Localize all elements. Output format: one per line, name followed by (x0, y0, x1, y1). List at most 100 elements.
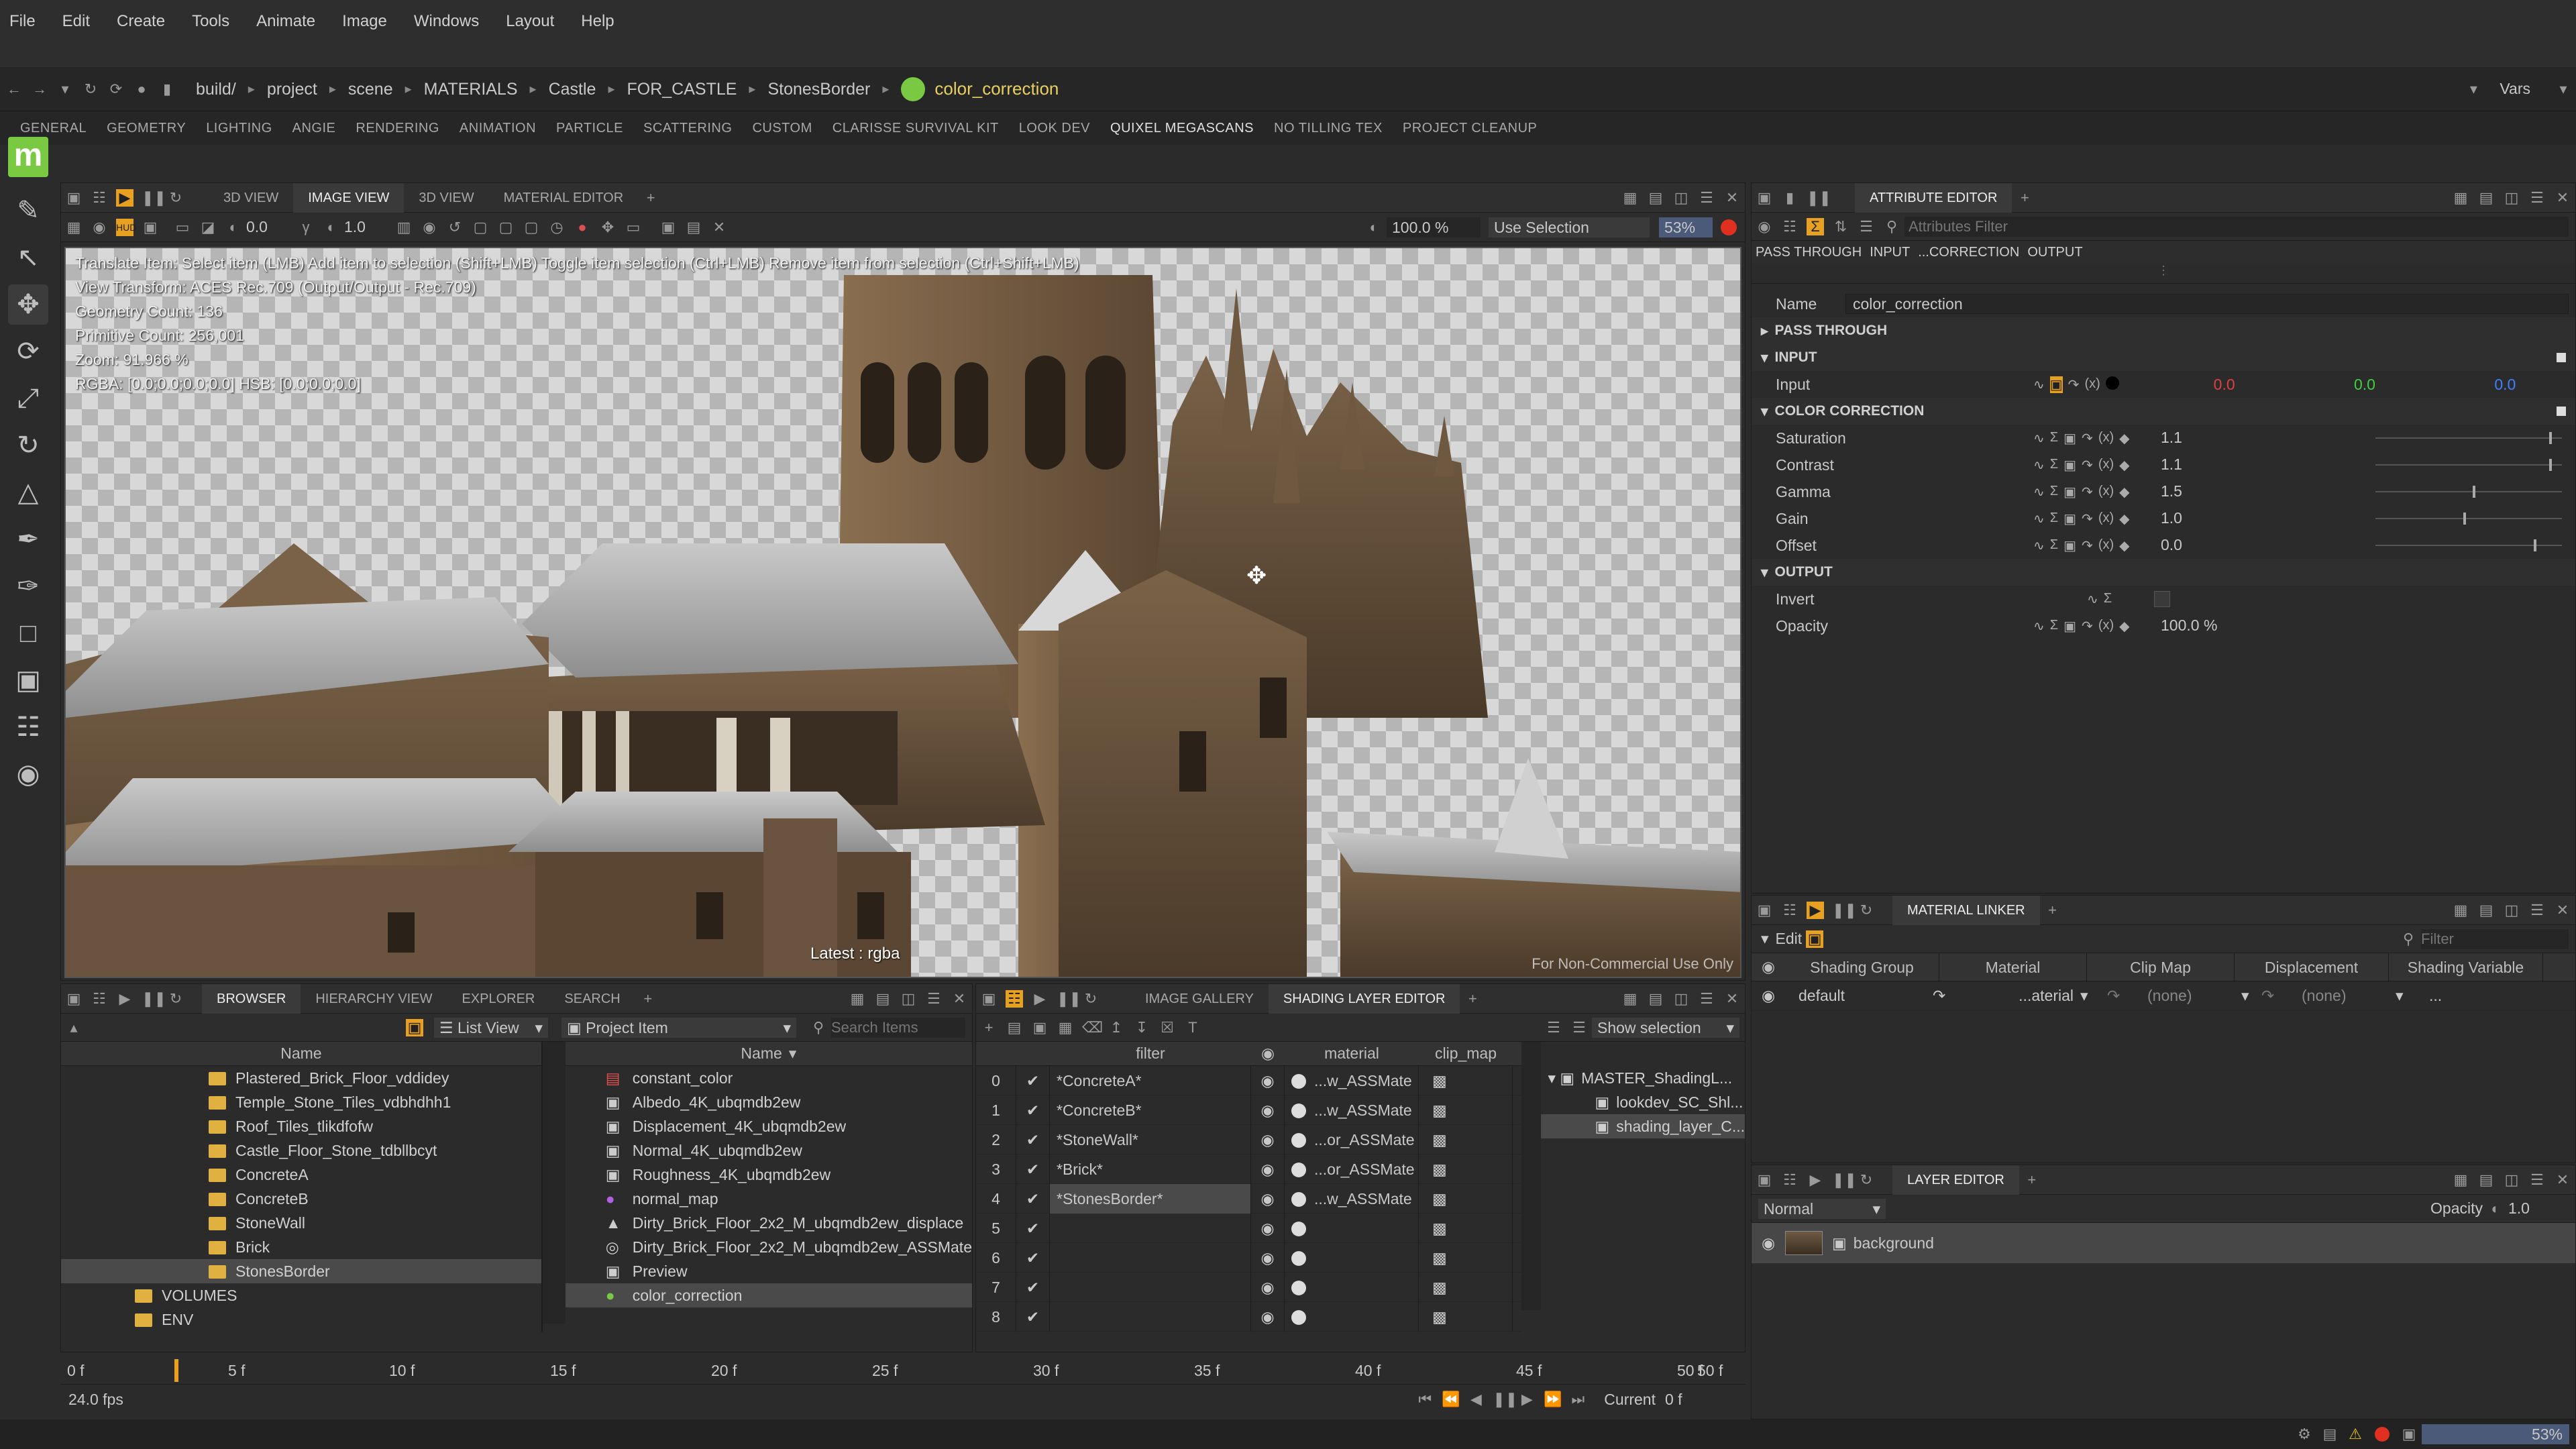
breadcrumb-materials[interactable]: MATERIALS (415, 76, 527, 102)
snap-icon[interactable]: ▣ (659, 219, 677, 236)
texture-link-icon[interactable]: ▣ (2063, 511, 2076, 527)
close-panel-icon[interactable]: ✕ (2554, 189, 2571, 207)
attr-subtab-input[interactable]: INPUT (1866, 245, 1914, 260)
render-play-icon[interactable]: ▶ (116, 189, 133, 207)
eye-icon[interactable]: ◉ (1752, 987, 1785, 1005)
material-icon[interactable]: ▣ (1806, 930, 1824, 948)
layout-cols-icon[interactable]: ◫ (1672, 189, 1690, 207)
render-viewport[interactable]: ✥ Translate Item: Select item (LMB) Add … (64, 247, 1741, 978)
clip-map-icon[interactable]: ▩ (1419, 1183, 1513, 1214)
list-item[interactable]: ▣ Normal_4K_ubqmdb2ew (566, 1138, 972, 1163)
warning-icon[interactable]: ⚠ (2347, 1426, 2364, 1443)
layer-opacity-field[interactable]: 1.0 (2508, 1199, 2569, 1218)
transform-icon[interactable]: ✥ (599, 219, 616, 236)
eye-icon[interactable]: ◉ (1251, 1095, 1285, 1125)
clip-map-icon[interactable]: ▩ (1419, 1124, 1513, 1155)
attr-slider[interactable] (2375, 486, 2562, 498)
breadcrumb-stonesborder[interactable]: StonesBorder (758, 76, 879, 102)
shelf-tab-particle[interactable]: PARTICLE (556, 121, 623, 136)
material-cell[interactable]: ...w_ASSMate (1285, 1095, 1419, 1125)
lock-icon[interactable]: ▣ (1756, 1171, 1773, 1189)
record-icon[interactable] (1721, 219, 1737, 235)
shelf-tab-general[interactable]: GENERAL (20, 121, 87, 136)
attr-icons[interactable]: ∿ Σ ▣ ↷ (x) ◆ (2033, 537, 2154, 554)
enabled-check-icon[interactable]: ✔ (1016, 1095, 1050, 1125)
current-frame-field[interactable]: 0 f (1665, 1391, 1746, 1409)
layout-menu-icon[interactable]: ☰ (1698, 189, 1715, 207)
tools-icon[interactable]: ✕ (710, 219, 728, 236)
shelf-tab-rendering[interactable]: RENDERING (356, 121, 439, 136)
refresh-icon[interactable]: ↻ (1858, 1171, 1875, 1189)
filter-cell[interactable] (1050, 1242, 1251, 1273)
close-panel-icon[interactable]: ✕ (2554, 1171, 2571, 1189)
tab-3d-view-0[interactable]: 3D VIEW (209, 183, 293, 213)
blend-mode-dropdown[interactable]: Normal ▾ (1758, 1198, 1886, 1219)
shelf-tab-no-tilling-tex[interactable]: NO TILLING TEX (1274, 121, 1383, 136)
shading-tree-item[interactable]: ▣ lookdev_SC_Shl... (1541, 1090, 1745, 1114)
opacity-field[interactable]: 100.0 % (2154, 616, 2575, 636)
add-tab-icon[interactable]: + (639, 990, 657, 1008)
material-filter-input[interactable] (2421, 928, 2569, 949)
sigma-icon[interactable]: Σ (2104, 591, 2112, 608)
eye-icon[interactable]: ◉ (1756, 218, 1773, 235)
next-frame-icon[interactable]: ⏩ (1544, 1391, 1562, 1408)
link-icon[interactable]: ↷ (2082, 430, 2093, 447)
expr-icon[interactable]: (x) (2098, 511, 2114, 527)
select-tool-icon[interactable]: ↖ (8, 237, 48, 278)
key-icon[interactable]: ◆ (2119, 430, 2129, 447)
slider-handle[interactable] (2463, 513, 2466, 525)
list-item[interactable]: ▣ Roughness_4K_ubqmdb2ew (566, 1163, 972, 1187)
tree-item[interactable]: StoneWall (61, 1211, 541, 1235)
disp-link-icon[interactable]: ↷ (2261, 987, 2302, 1005)
layout-menu-icon[interactable]: ☰ (925, 990, 943, 1008)
column-shading-group[interactable]: Shading Group (1785, 952, 1939, 982)
material-cell[interactable] (1285, 1272, 1419, 1302)
tab-attribute-editor[interactable]: ATTRIBUTE EDITOR (1855, 182, 2012, 213)
filter-cell[interactable] (1050, 1213, 1251, 1243)
invert-checkbox[interactable] (2154, 591, 2170, 607)
selection-dropdown[interactable]: Use Selection (1489, 217, 1650, 237)
exposure-value[interactable]: 0.0 (246, 218, 293, 236)
attr-subtab-pass-through[interactable]: PASS THROUGH (1752, 245, 1866, 260)
breadcrumb-scene[interactable]: scene (339, 76, 402, 102)
tree-item[interactable]: Temple_Stone_Tiles_vdbhdhh1 (61, 1090, 541, 1114)
settings-gear-icon[interactable]: ⚙ (2296, 1426, 2313, 1443)
clip-map-icon[interactable]: ▩ (1419, 1301, 1513, 1332)
delete-icon[interactable]: ⌫ (1082, 1019, 1103, 1036)
texture-link-icon[interactable]: ▣ (2063, 484, 2076, 500)
table-row[interactable]: 8 ✔ ◉ ▩ (976, 1301, 1522, 1332)
clip-map-icon[interactable]: ▩ (1419, 1213, 1513, 1243)
filter-cell[interactable] (1050, 1301, 1251, 1332)
curve-icon[interactable]: ∿ (2087, 591, 2098, 608)
current-item-name[interactable]: color_correction (934, 78, 1059, 99)
attr-icons[interactable]: ∿ Σ ▣ ↷ (x) ◆ (2033, 430, 2154, 447)
add-tab-icon[interactable]: + (642, 189, 659, 207)
playhead[interactable] (174, 1359, 178, 1382)
shading-variable-cell[interactable]: ... (2416, 987, 2442, 1005)
clip-map-icon[interactable]: ▩ (1419, 1095, 1513, 1125)
shelf-tab-geometry[interactable]: GEOMETRY (107, 121, 186, 136)
list-icon[interactable]: ☰ (1545, 1019, 1562, 1036)
stop-icon[interactable]: ● (133, 80, 150, 98)
snapshot-icon[interactable]: ☷ (1006, 989, 1023, 1008)
view-mode-dropdown[interactable]: ☰ List View ▾ (434, 1017, 548, 1038)
gamma-value[interactable]: 1.0 (344, 218, 391, 236)
measure-tool-icon[interactable]: ☷ (8, 707, 48, 747)
input-attr-icons[interactable]: ∿ ▣ ↷ (x) (2033, 376, 2154, 393)
table-row[interactable]: 1 ✔ *ConcreteB* ◉ ...w_ASSMate ▩ (976, 1095, 1522, 1125)
material-cell[interactable]: ...or_ASSMate (1285, 1124, 1419, 1155)
material-cell[interactable]: ...or_ASSMate (1285, 1154, 1419, 1184)
refresh-icon[interactable]: ↻ (82, 80, 99, 98)
shelf-tab-quixel-megascans[interactable]: QUIXEL MEGASCANS (1110, 121, 1254, 136)
lock-icon[interactable]: ▣ (65, 990, 83, 1008)
tab-browser[interactable]: BROWSER (202, 983, 301, 1014)
eye-icon[interactable]: ◉ (1251, 1213, 1285, 1243)
camera-icon[interactable]: ◉ (421, 219, 438, 236)
sigma-icon[interactable]: Σ (2050, 511, 2058, 527)
play-icon[interactable]: ▶ (1807, 1171, 1824, 1189)
input-b-value[interactable]: 0.0 (2435, 376, 2575, 394)
pick-color-tool-icon[interactable]: ✎ (8, 191, 48, 231)
rules-scrollbar[interactable] (1521, 1042, 1542, 1310)
filter-mode-icon[interactable]: ☷ (1781, 218, 1799, 235)
menu-tools[interactable]: Tools (192, 12, 229, 31)
